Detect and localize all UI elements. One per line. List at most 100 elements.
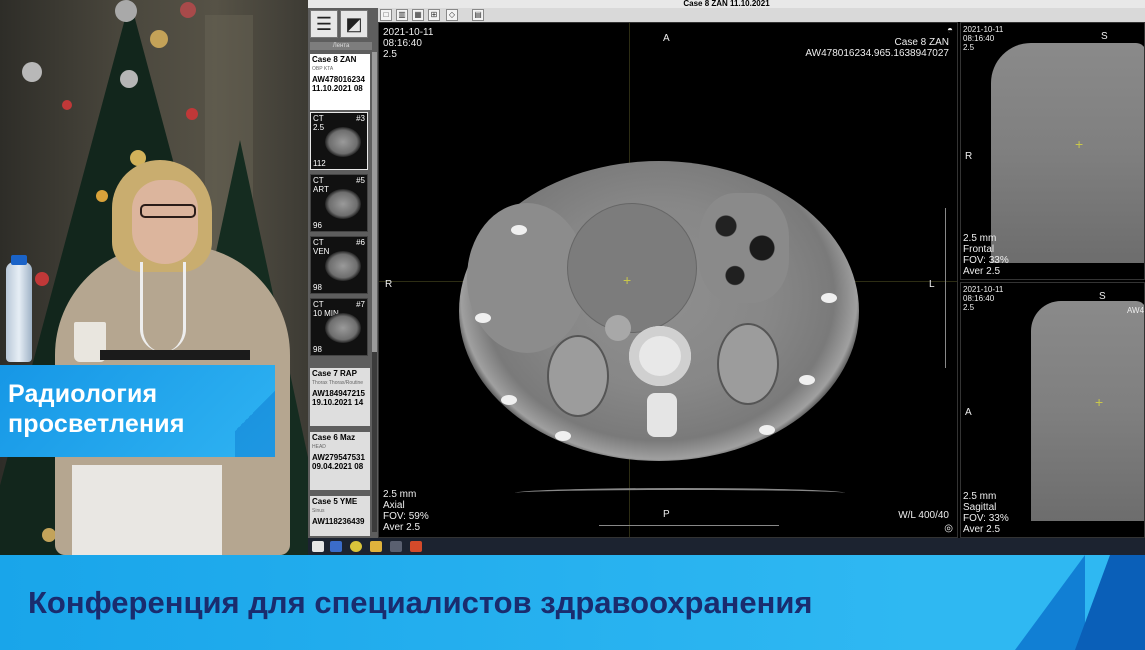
study-card-case6[interactable]: Case 6 Maz HEAD AW279547531 09.04.2021 0…	[310, 432, 370, 490]
series-item-5[interactable]: CT ART #5 96	[310, 174, 368, 232]
ornament	[42, 528, 56, 542]
orientation-posterior: P	[663, 509, 670, 520]
ct-rib	[511, 225, 527, 235]
study-description: OBP KTA	[312, 66, 334, 72]
study-date: 19.10.2021 14	[312, 398, 364, 407]
axial-time: 08:16:40	[383, 38, 422, 49]
axial-slice-thickness: 2.5 mm	[383, 489, 417, 500]
brand-banner: Радиология просветления	[0, 365, 275, 457]
axial-thickness-top: 2.5	[383, 49, 397, 60]
sagittal-date: 2021-10-11	[963, 285, 1004, 294]
study-date: 11.10.2021 08	[312, 84, 363, 93]
app-icon[interactable]	[390, 541, 402, 552]
series-modality: CT VEN	[313, 238, 329, 256]
series-thumbnail	[325, 313, 361, 343]
panel-tab[interactable]: Лента	[310, 42, 372, 50]
frontal-viewport[interactable]: + 2021-10-11 08:16:40 2.5 S R 2.5 mm Fro…	[960, 22, 1145, 280]
series-thumbnail	[325, 189, 361, 219]
ct-mass	[567, 203, 697, 333]
ornament	[120, 70, 138, 88]
series-description: ART	[313, 185, 329, 194]
brand-title: Радиология просветления	[8, 379, 185, 439]
grid-view-icon[interactable]: ◩	[340, 10, 368, 38]
study-id: AW184947215	[312, 389, 365, 398]
viewer-title: Case 8 ZAN 11.10.2021	[308, 0, 1145, 8]
crosshair-icon: +	[1095, 394, 1104, 410]
study-card-case8[interactable]: Case 8 ZAN OBP KTA AW478016234 11.10.202…	[310, 54, 370, 110]
dicom-viewer: Case 8 ZAN 11.10.2021 □ ▥ ▦ ⊞ ◇ ▤ ☰ ◩ Ле…	[308, 0, 1145, 555]
chrome-icon[interactable]	[350, 541, 362, 552]
axial-plane-label: Axial	[383, 500, 405, 511]
sagittal-plane-label: Sagittal	[963, 502, 997, 513]
study-card-case5[interactable]: Case 5 YME Sinus AW118236439	[310, 496, 370, 536]
list-view-icon[interactable]: ☰	[310, 10, 338, 38]
banner-stripe-dark	[1075, 555, 1145, 650]
study-name: Case 5 YME	[312, 497, 358, 506]
ct-rib	[501, 395, 517, 405]
ct-table	[515, 488, 845, 498]
series-item-6[interactable]: CT VEN #6 98	[310, 236, 368, 294]
scale-ruler-horizontal	[599, 525, 779, 531]
axial-close-icon[interactable]: ◓	[947, 25, 953, 36]
series-item-3[interactable]: CT 2.5 #3 112	[310, 112, 368, 170]
ornament	[180, 2, 196, 18]
axial-settings-icon[interactable]: ◎	[944, 523, 953, 534]
conference-title: Конференция для специалистов здравоохран…	[28, 585, 813, 620]
sagittal-case: AW4	[1127, 306, 1145, 315]
volume-icon[interactable]: ▤	[472, 9, 484, 21]
powerpoint-icon[interactable]	[410, 541, 422, 552]
series-number: #5	[356, 176, 365, 185]
axial-window-level: W/L 400/40	[898, 510, 949, 521]
cube-3d-icon[interactable]: ◇	[446, 9, 458, 21]
layout-quad-icon[interactable]: ⊞	[428, 9, 440, 21]
ct-vertebra	[629, 326, 691, 386]
frontal-aver: Aver 2.5	[963, 266, 1001, 277]
series-modality-text: CT	[313, 238, 324, 247]
folder-icon[interactable]	[370, 541, 382, 552]
windows-start-icon[interactable]	[312, 541, 324, 552]
presenter-face	[132, 180, 198, 264]
banner-stripe	[1015, 555, 1085, 650]
ct-bowel	[699, 193, 789, 303]
frontal-date: 2021-10-11	[963, 25, 1004, 34]
ornament	[22, 62, 42, 82]
axial-case: Case 8 ZAN	[894, 37, 949, 48]
water-bottle	[6, 262, 32, 362]
series-scrollbar[interactable]	[372, 52, 377, 532]
series-scrollbar-thumb[interactable]	[372, 52, 377, 352]
frontal-reconstruction	[991, 43, 1144, 263]
frontal-plane-label: Frontal	[963, 244, 995, 255]
series-count: 112	[313, 159, 326, 168]
orientation-anterior: A	[663, 33, 670, 44]
study-date: 09.04.2021 08	[312, 462, 364, 471]
study-id: AW118236439	[312, 517, 365, 526]
series-number: #3	[356, 114, 365, 123]
viewer-toolbar: □ ▥ ▦ ⊞ ◇ ▤	[308, 8, 1145, 22]
series-thumbnail	[325, 251, 361, 281]
explorer-icon[interactable]	[330, 541, 342, 552]
brand-title-line1: Радиология	[8, 380, 158, 408]
crosshair-icon: +	[1075, 136, 1084, 152]
series-thumbnail	[325, 127, 361, 157]
orientation-left: L	[929, 279, 935, 290]
sagittal-viewport[interactable]: + 2021-10-11 08:16:40 2.5 AW4 S A 2.5 mm…	[960, 282, 1145, 538]
axial-viewport[interactable]: + 2021-10-11 08:16:40 2.5 Case 8 ZAN AW4…	[378, 22, 958, 538]
podium	[72, 465, 222, 555]
orientation-superior: S	[1099, 291, 1106, 302]
layout-split-icon[interactable]: ▥	[396, 9, 408, 21]
ornament	[150, 30, 168, 48]
conference-banner: Конференция для специалистов здравоохран…	[0, 555, 1145, 650]
sagittal-thickness-top: 2.5	[963, 303, 975, 312]
ornament	[186, 108, 198, 120]
series-modality-text: CT	[313, 300, 324, 309]
sagittal-reconstruction	[1031, 301, 1144, 521]
ct-spinous-process	[647, 393, 677, 437]
layout-grid-icon[interactable]: ▦	[412, 9, 424, 21]
series-item-7[interactable]: CT 10 MIN #7 98	[310, 298, 368, 356]
presenter-glasses	[140, 204, 196, 218]
crosshair-icon: +	[623, 272, 632, 288]
study-card-case7[interactable]: Case 7 RAP Thorax Thorax/Routine AW18494…	[310, 368, 370, 426]
ornament	[62, 100, 72, 110]
layout-1x1-icon[interactable]: □	[380, 9, 392, 21]
series-count: 96	[313, 221, 322, 230]
